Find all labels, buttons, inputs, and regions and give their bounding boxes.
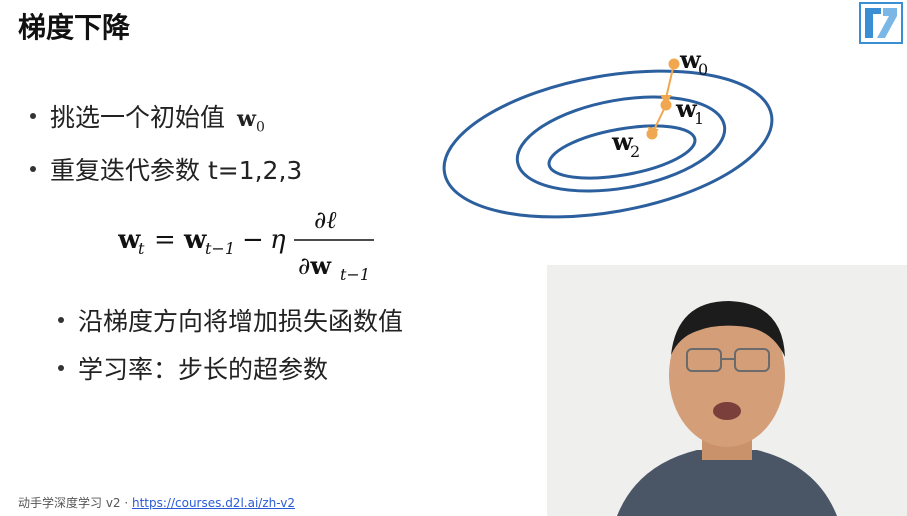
footer-text: 动手学深度学习 v2 · bbox=[18, 496, 132, 510]
formula-numerator: ∂ℓ bbox=[314, 206, 336, 234]
formula-rhs-w-sub: t−1 bbox=[205, 239, 235, 258]
bullet-dot bbox=[58, 317, 64, 323]
point-w2 bbox=[646, 128, 658, 140]
d2l-logo-icon bbox=[859, 2, 903, 44]
formula-denominator-sub: t−1 bbox=[340, 265, 370, 284]
bullet-iterate: 重复迭代参数 t=1,2,3 bbox=[30, 151, 302, 187]
point-w1 bbox=[660, 99, 672, 111]
contour-diagram: w 0 w 1 w 2 bbox=[442, 45, 774, 219]
formula-denominator: ∂w bbox=[298, 251, 332, 280]
initial-weight-symbol: w0 bbox=[237, 106, 265, 136]
contour-outer bbox=[442, 69, 774, 219]
formula-rhs-w: w bbox=[183, 225, 207, 255]
sub-bullet-learning-rate: 学习率：步长的超参数 bbox=[58, 350, 328, 386]
slide-title: 梯度下降 bbox=[18, 11, 131, 44]
bullet-dot bbox=[58, 365, 64, 371]
presenter-video bbox=[547, 265, 907, 516]
label-w1-sub: 1 bbox=[694, 109, 704, 128]
label-w2-sub: 2 bbox=[630, 142, 640, 161]
bullet-initial: 挑选一个初始值 w0 bbox=[30, 98, 265, 135]
presenter-figure bbox=[547, 265, 907, 516]
formula-equals: = bbox=[154, 225, 176, 255]
point-w0 bbox=[668, 58, 680, 70]
label-w0-sub: 0 bbox=[698, 60, 708, 79]
formula-minus: − bbox=[242, 225, 264, 255]
update-formula: w t = w t−1 − η ∂ℓ ∂w t−1 bbox=[118, 206, 374, 284]
sub-bullet-gradient: 沿梯度方向将增加损失函数值 bbox=[58, 302, 403, 338]
formula-lhs-sub: t bbox=[138, 239, 145, 258]
bullet-dot bbox=[30, 113, 36, 119]
footer: 动手学深度学习 v2 · https://courses.d2l.ai/zh-v… bbox=[18, 494, 295, 511]
formula-eta: η bbox=[270, 225, 286, 255]
footer-link[interactable]: https://courses.d2l.ai/zh-v2 bbox=[132, 496, 295, 510]
bullet-dot bbox=[30, 166, 36, 172]
presenter-mouth bbox=[713, 402, 741, 420]
